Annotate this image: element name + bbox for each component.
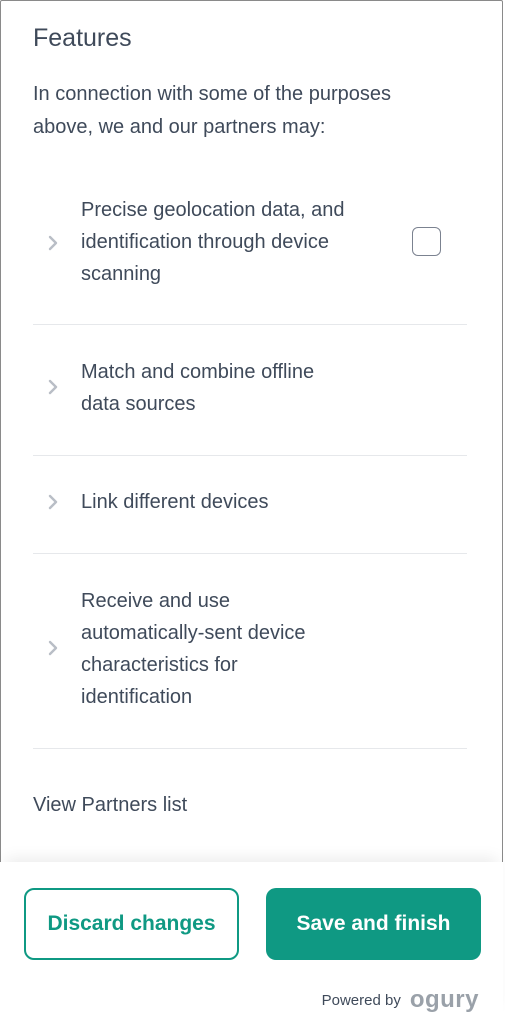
feature-label: Receive and use automatically-sent devic… [81,590,306,708]
save-and-finish-button[interactable]: Save and finish [266,888,481,960]
feature-item-device-characteristics[interactable]: Receive and use automatically-sent devic… [33,554,467,749]
feature-item-geolocation[interactable]: Precise geolocation data, and identifica… [33,180,467,325]
chevron-right-icon[interactable] [46,379,60,395]
powered-by-text: Powered by [321,991,401,1009]
ogury-logo: ogury [409,986,479,1013]
feature-label: Link different devices [81,491,269,513]
chevron-right-icon[interactable] [46,640,60,656]
powered-by: Powered by ogury [322,986,479,1014]
section-title: Features [33,24,132,52]
chevron-right-icon[interactable] [46,235,60,251]
view-partners-link[interactable]: View Partners list [33,794,187,817]
feature-item-offline-data[interactable]: Match and combine offline data sources [33,325,467,456]
footer-bar: Discard changes Save and finish Powered … [0,862,503,1022]
chevron-right-icon[interactable] [46,494,60,510]
geolocation-checkbox[interactable] [412,227,441,256]
discard-changes-button[interactable]: Discard changes [24,888,239,960]
feature-label: Precise geolocation data, and identifica… [81,199,345,285]
feature-label: Match and combine offline data sources [81,361,315,415]
feature-item-link-devices[interactable]: Link different devices [33,456,467,554]
section-description: In connection with some of the purposes … [33,83,391,138]
